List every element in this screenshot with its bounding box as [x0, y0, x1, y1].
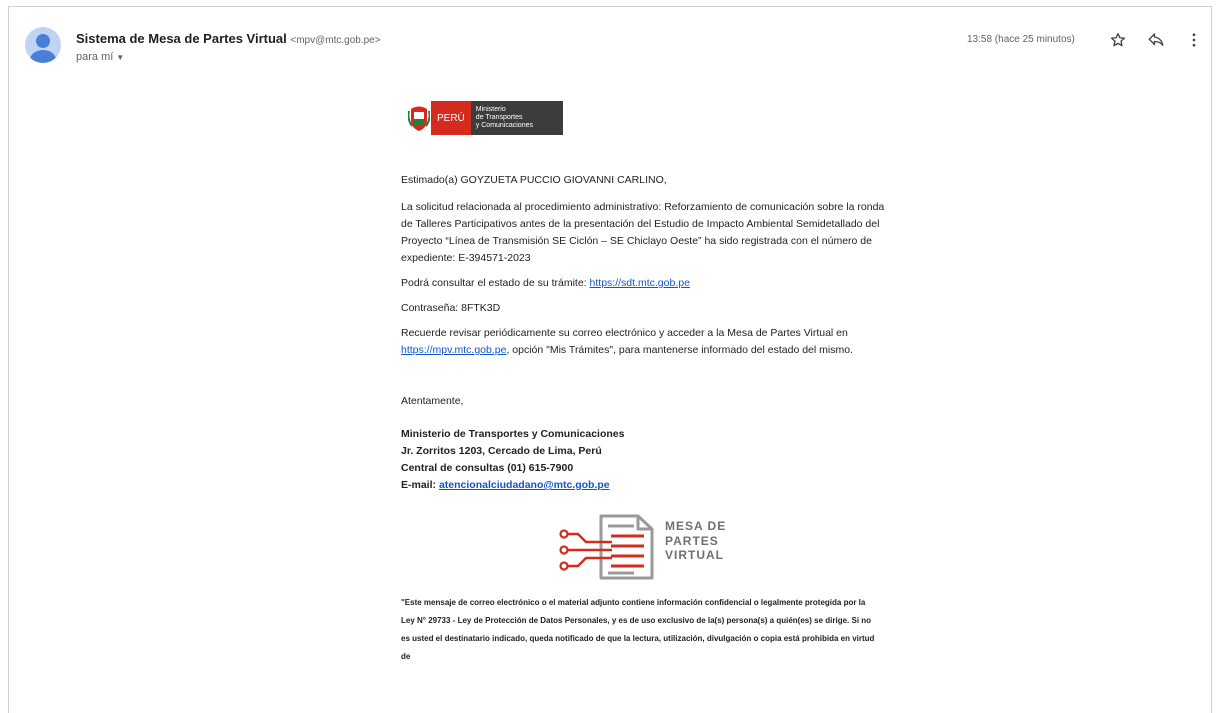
chevron-down-icon[interactable]: ▼ [116, 53, 124, 62]
ministry-line-3: y Comunicaciones [475, 122, 533, 129]
more-vert-icon[interactable] [1185, 31, 1203, 49]
star-icon[interactable] [1109, 31, 1127, 49]
org-email-label: E-mail: [401, 479, 439, 491]
timestamp: 13:58 (hace 25 minutos) [967, 34, 1075, 45]
password-text: Contraseña: 8FTK3D [401, 302, 501, 314]
reply-icon[interactable] [1147, 31, 1165, 49]
mtc-logo: PERÚ Ministerio de Transportes y Comunic… [407, 101, 891, 135]
peru-label: PERÚ [431, 101, 471, 135]
ministry-label: Ministerio de Transportes y Comunicacion… [470, 101, 563, 135]
org-email-line: E-mail: atencionalciudadano@mtc.gob.pe [401, 477, 891, 494]
email-view: Sistema de Mesa de Partes Virtual <mpv@m… [8, 6, 1212, 713]
circuit-icon [559, 514, 654, 580]
org-email-link[interactable]: atencionalciudadano@mtc.gob.pe [439, 479, 610, 491]
disclaimer: "Este mensaje de correo electrónico o el… [401, 598, 875, 661]
org-name: Ministerio de Transportes y Comunicacion… [401, 428, 625, 440]
ministry-line-1: Ministerio [475, 106, 506, 113]
avatar-icon[interactable] [25, 27, 61, 63]
sender-email: <mpv@mtc.gob.pe> [290, 35, 381, 46]
consult-text: Podrá consultar el estado de su trámite: [401, 277, 590, 289]
mpv-wordmark: MESA DE PARTES VIRTUAL [665, 519, 726, 563]
shield-icon [407, 101, 431, 135]
sender-name[interactable]: Sistema de Mesa de Partes Virtual [76, 31, 287, 46]
ministry-line-2: de Transportes [475, 114, 523, 121]
closing: Atentamente, [401, 395, 464, 407]
mesa-partes-logo: MESA DE PARTES VIRTUAL [556, 512, 746, 582]
consult-paragraph: Podrá consultar el estado de su trámite:… [401, 275, 891, 292]
mpv-line-1: MESA DE [665, 519, 727, 533]
recipient-toggle[interactable]: para mí ▼ [76, 51, 124, 63]
org-phone: Central de consultas (01) 615-7900 [401, 462, 574, 474]
request-paragraph: La solicitud relacionada al procedimient… [401, 201, 885, 264]
mpv-line-3: VIRTUAL [665, 548, 724, 562]
reminder-suffix: , opción "Mis Trámites", para mantenerse… [506, 344, 853, 356]
email-body: PERÚ Ministerio de Transportes y Comunic… [401, 101, 891, 666]
sdt-link[interactable]: https://sdt.mtc.gob.pe [590, 277, 690, 289]
reminder-text: Recuerde revisar periódicamente su corre… [401, 327, 848, 339]
org-address: Jr. Zorritos 1203, Cercado de Lima, Perú [401, 445, 602, 457]
sender: Sistema de Mesa de Partes Virtual <mpv@m… [76, 31, 381, 46]
signature-block: Ministerio de Transportes y Comunicacion… [401, 426, 891, 494]
recipient-label: para mí [76, 51, 114, 63]
reminder-paragraph: Recuerde revisar periódicamente su corre… [401, 325, 891, 359]
greeting: Estimado(a) GOYZUETA PUCCIO GIOVANNI CAR… [401, 174, 667, 186]
mpv-link[interactable]: https://mpv.mtc.gob.pe [401, 344, 506, 356]
mpv-line-2: PARTES [665, 533, 719, 548]
